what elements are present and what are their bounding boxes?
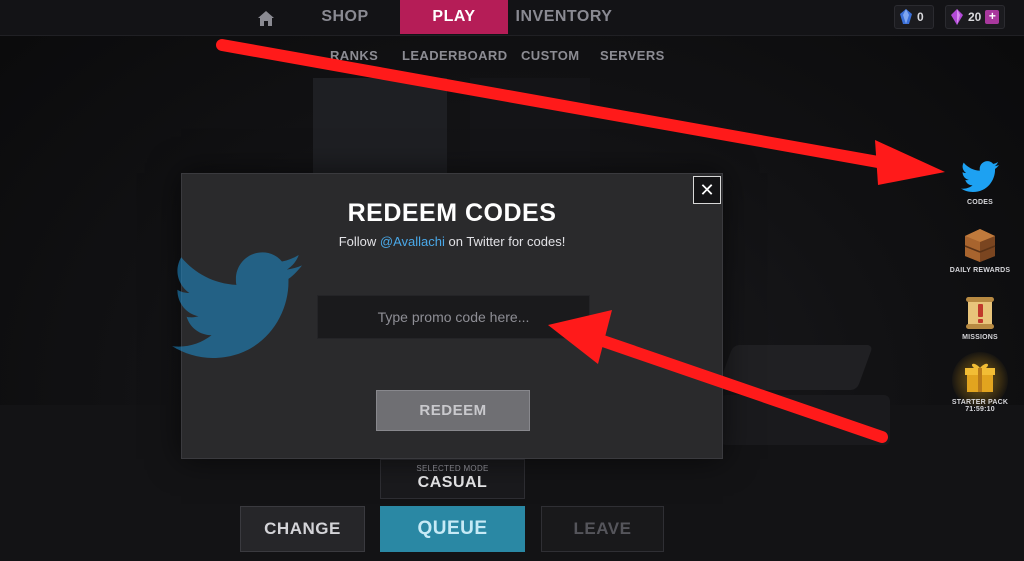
selected-mode-value: CASUAL: [417, 474, 488, 491]
change-mode-button[interactable]: CHANGE: [240, 506, 365, 552]
buy-currency-button[interactable]: +: [985, 10, 1000, 24]
sidebar-item-label: CODES: [967, 199, 993, 206]
tab-play[interactable]: PLAY: [400, 0, 508, 34]
selected-mode-caption: SELECTED MODE: [416, 464, 489, 473]
play-sub-navigation: RANKS LEADERBOARD CUSTOM SERVERS: [0, 48, 1024, 68]
promo-code-input[interactable]: [317, 295, 590, 339]
subtab-servers[interactable]: SERVERS: [600, 48, 665, 63]
currency-amount: 0: [917, 10, 924, 24]
background-desk: [720, 395, 890, 445]
sidebar-item-label: MISSIONS: [962, 334, 998, 341]
redeem-button[interactable]: REDEEM: [376, 390, 530, 431]
starter-pack-timer: 71:59:10: [965, 406, 995, 413]
selected-mode-display[interactable]: SELECTED MODE CASUAL: [380, 459, 525, 499]
sidebar-item-label: DAILY REWARDS: [949, 267, 1011, 274]
sidebar-item-missions[interactable]: MISSIONS: [945, 292, 1015, 341]
sidebar-item-label: STARTER PACK: [951, 399, 1009, 406]
scroll-icon: [960, 292, 1000, 332]
queue-button[interactable]: QUEUE: [380, 506, 525, 552]
background-pillar: [470, 78, 590, 178]
sidebar-item-starter-pack[interactable]: STARTER PACK 71:59:10: [945, 357, 1015, 413]
subtitle-suffix: on Twitter for codes!: [444, 234, 566, 249]
gift-icon: [960, 357, 1000, 397]
twitter-bird-icon: [960, 157, 1000, 197]
currency-blue-crystals: 0: [894, 5, 934, 29]
twitter-handle-link[interactable]: @Avallachi: [380, 234, 445, 249]
leave-button[interactable]: LEAVE: [541, 506, 664, 552]
modal-subtitle: Follow @Avallachi on Twitter for codes!: [182, 234, 722, 249]
tab-inventory[interactable]: INVENTORY: [512, 0, 616, 34]
subtab-custom[interactable]: CUSTOM: [521, 48, 580, 63]
subtab-leaderboard[interactable]: LEADERBOARD: [402, 48, 508, 63]
crate-icon: [960, 225, 1000, 265]
currency-purple-crystals: 20 +: [945, 5, 1005, 29]
home-button[interactable]: [248, 3, 284, 33]
sidebar-item-codes[interactable]: CODES: [945, 157, 1015, 206]
tab-shop[interactable]: SHOP: [305, 0, 385, 34]
blue-crystal-icon: [900, 9, 912, 24]
redeem-codes-modal: ✕ REDEEM CODES Follow @Avallachi on Twit…: [172, 173, 723, 459]
background-pillar: [313, 78, 447, 178]
subtitle-prefix: Follow: [338, 234, 380, 249]
top-navigation-bar: SHOP PLAY INVENTORY 0 20 +: [0, 0, 1024, 36]
modal-title: REDEEM CODES: [347, 199, 557, 227]
twitter-bird-watermark-icon: [172, 252, 302, 358]
currency-amount: 20: [968, 10, 982, 24]
home-icon: [258, 10, 274, 26]
sidebar-item-daily-rewards[interactable]: DAILY REWARDS: [945, 225, 1015, 274]
subtab-ranks[interactable]: RANKS: [330, 48, 378, 63]
purple-crystal-icon: [951, 9, 963, 25]
background-desk: [716, 345, 874, 390]
